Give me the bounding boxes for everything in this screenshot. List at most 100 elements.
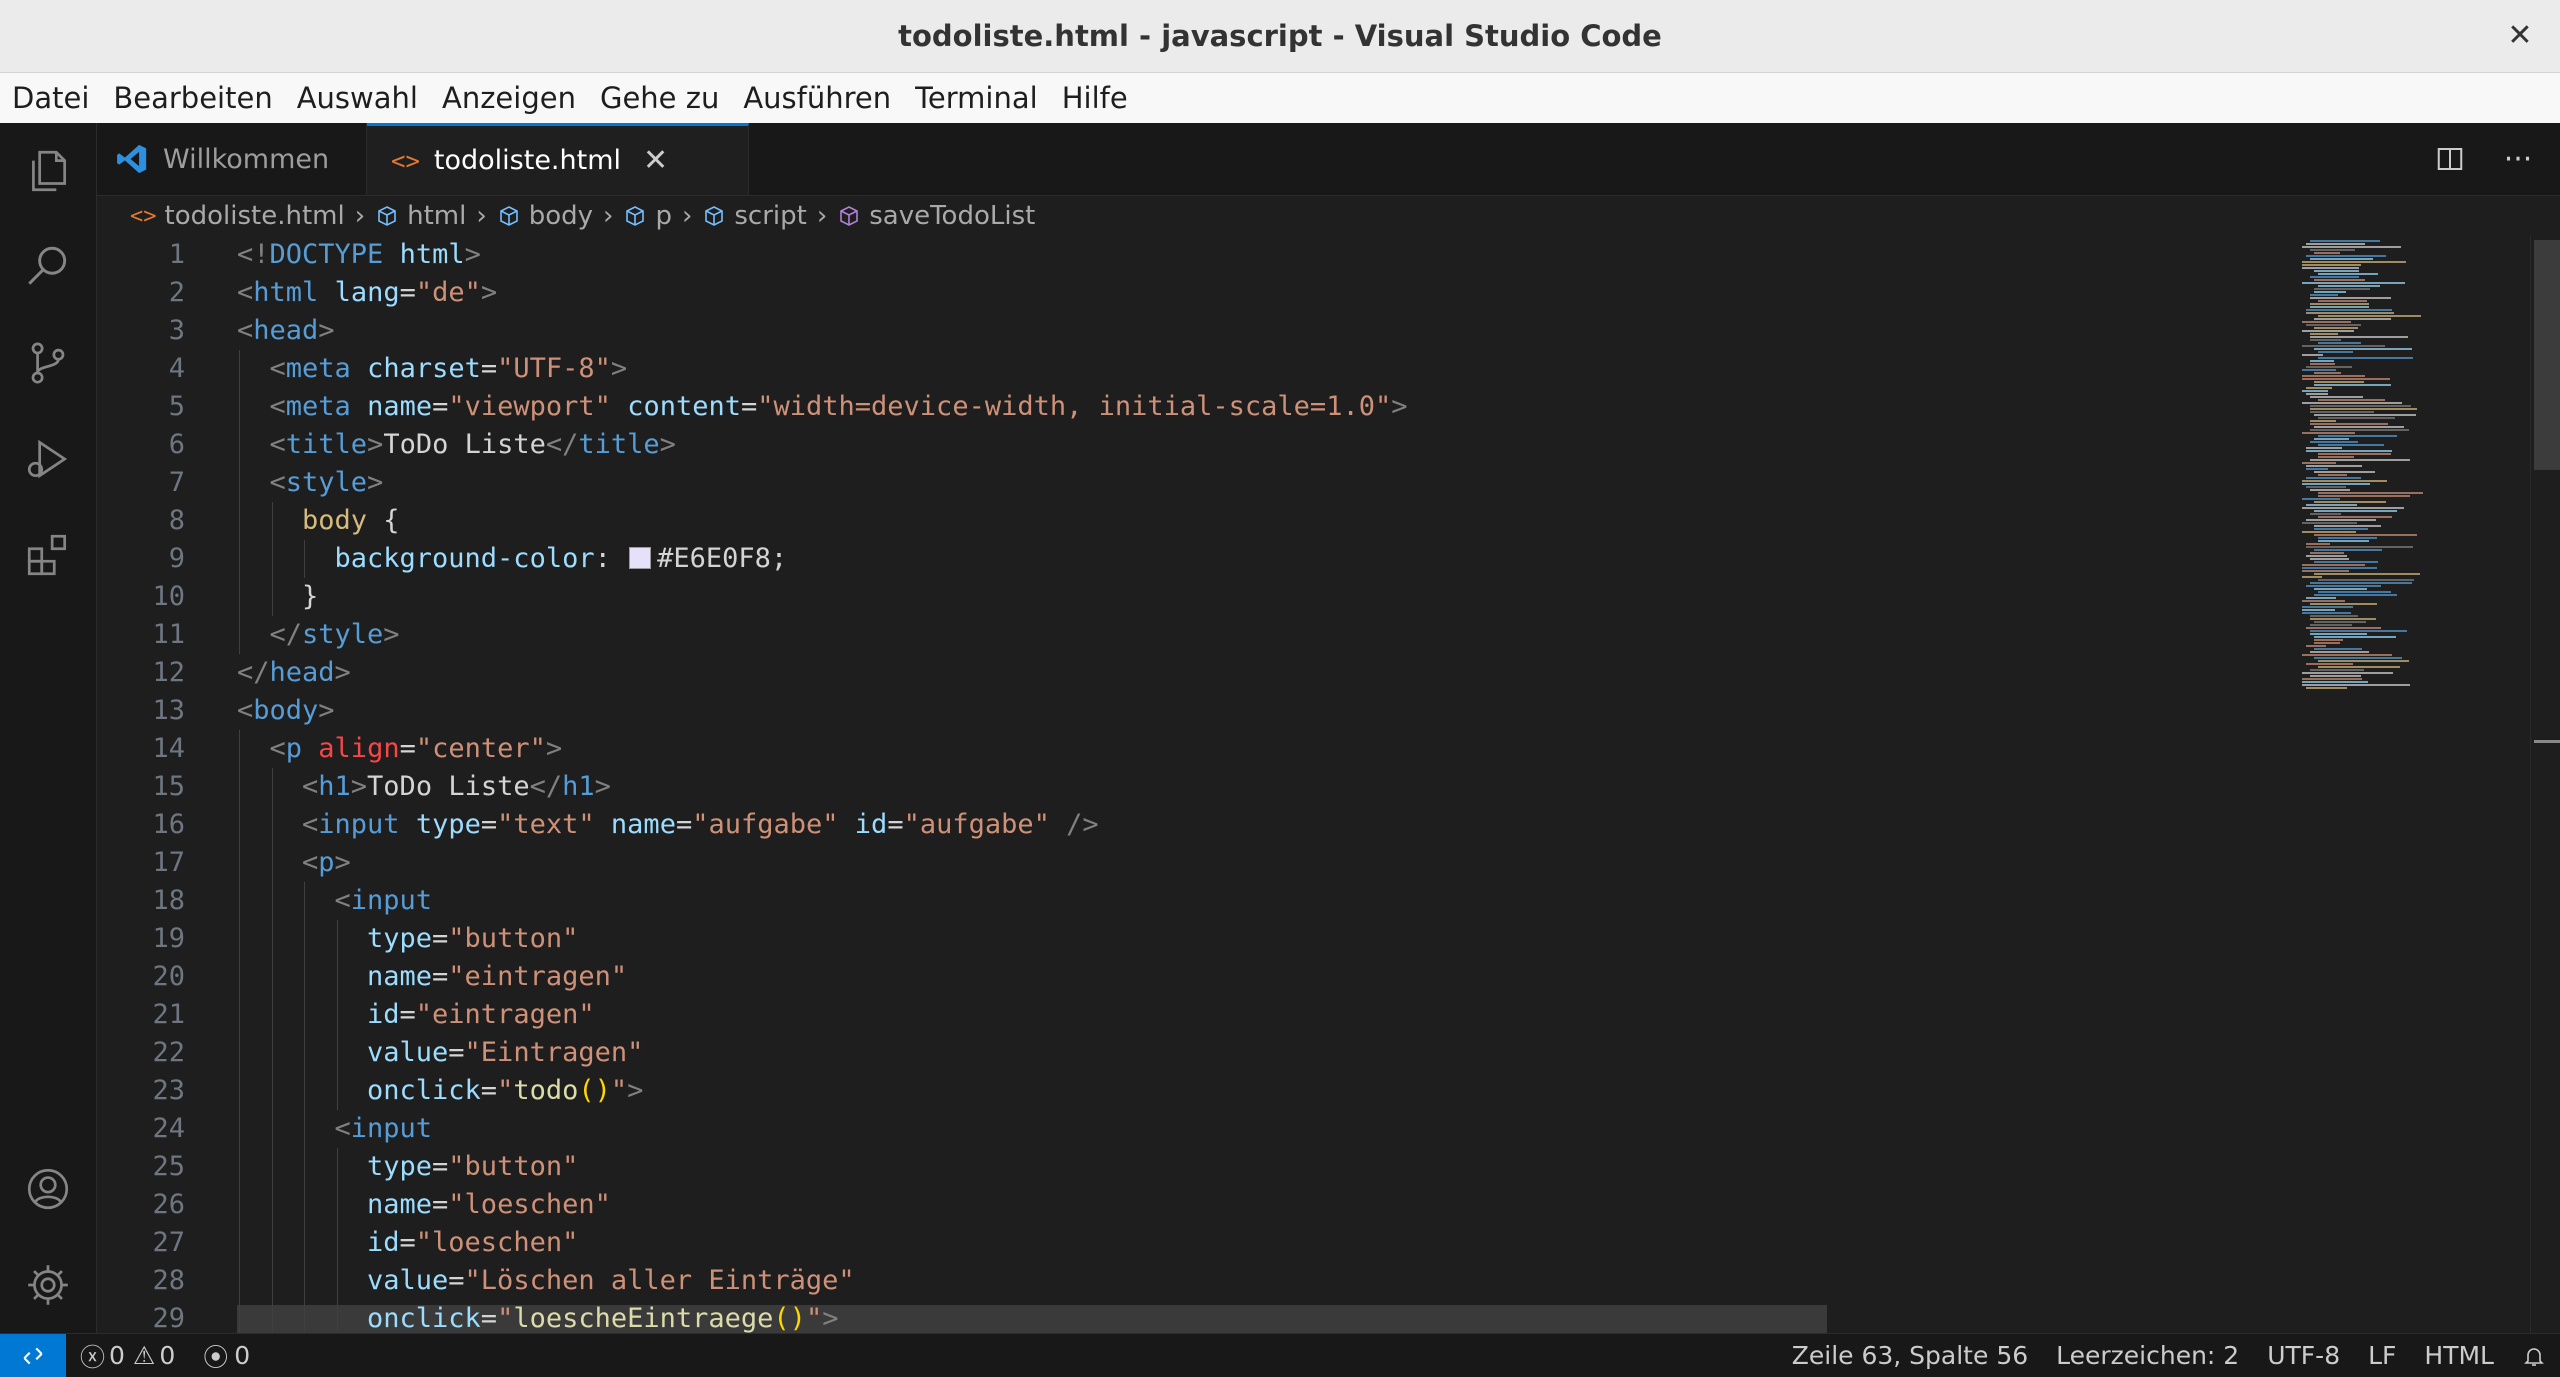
indent-guide bbox=[239, 578, 240, 616]
notifications-bell-icon[interactable] bbox=[2508, 1334, 2560, 1377]
tab-todoliste-html[interactable]: <> todoliste.html ✕ bbox=[367, 123, 749, 195]
breadcrumb-p[interactable]: p bbox=[623, 201, 672, 231]
code-line[interactable]: 9 background-color: #E6E0F8; bbox=[97, 540, 2297, 578]
menu-gehe-zu[interactable]: Gehe zu bbox=[588, 73, 731, 123]
code-line[interactable]: 3 <head> bbox=[97, 312, 2297, 350]
remote-indicator[interactable] bbox=[0, 1334, 66, 1377]
cursor-position[interactable]: Zeile 63, Spalte 56 bbox=[1778, 1334, 2042, 1377]
indent-guide bbox=[271, 1186, 273, 1224]
code-line[interactable]: 10} bbox=[97, 578, 2297, 616]
close-window-button[interactable]: ✕ bbox=[2502, 17, 2538, 53]
minimap-line bbox=[2302, 354, 2323, 356]
indent-guide bbox=[271, 920, 273, 958]
tab-willkommen[interactable]: Willkommen bbox=[97, 123, 367, 195]
indent-guide bbox=[336, 1072, 338, 1110]
code-line[interactable]: 22 value="Eintragen" bbox=[97, 1034, 2297, 1072]
search-icon[interactable] bbox=[0, 219, 96, 315]
breadcrumb-body[interactable]: body bbox=[497, 201, 593, 231]
code-line[interactable]: 13 <body> bbox=[97, 692, 2297, 730]
menu-anzeigen[interactable]: Anzeigen bbox=[430, 73, 588, 123]
code-line[interactable]: 6 <title>ToDo Liste</title> bbox=[97, 426, 2297, 464]
indent-guide bbox=[271, 1262, 273, 1300]
code-line[interactable]: 2 <html lang="de"> bbox=[97, 274, 2297, 312]
minimap-line bbox=[2310, 618, 2376, 620]
minimap-line bbox=[2306, 393, 2328, 395]
breadcrumb-script[interactable]: script bbox=[702, 201, 807, 231]
code-line[interactable]: 27 id="loeschen" bbox=[97, 1224, 2297, 1262]
code-line[interactable]: 24 <input bbox=[97, 1110, 2297, 1148]
code-line[interactable]: 21 id="eintragen" bbox=[97, 996, 2297, 1034]
close-tab-icon[interactable]: ✕ bbox=[643, 143, 668, 178]
menu-ausfuehren[interactable]: Ausführen bbox=[731, 73, 903, 123]
indent-guide bbox=[271, 806, 273, 844]
minimap-line bbox=[2314, 252, 2340, 254]
menu-auswahl[interactable]: Auswahl bbox=[285, 73, 430, 123]
code-text: <head> bbox=[237, 315, 335, 346]
minimap-line bbox=[2314, 648, 2362, 650]
code-line[interactable]: 20 name="eintragen" bbox=[97, 958, 2297, 996]
code-line[interactable]: 17 <p> bbox=[97, 844, 2297, 882]
line-number: 16 bbox=[152, 809, 185, 840]
minimap-line bbox=[2302, 681, 2368, 683]
code-line[interactable]: 25 type="button" bbox=[97, 1148, 2297, 1186]
code-line[interactable]: 23 onclick="todo()"> bbox=[97, 1072, 2297, 1110]
indent-guide bbox=[271, 958, 273, 996]
end-of-line[interactable]: LF bbox=[2354, 1334, 2410, 1377]
menu-bearbeiten[interactable]: Bearbeiten bbox=[101, 73, 284, 123]
code-line[interactable]: 28 value="Löschen aller Einträge" bbox=[97, 1262, 2297, 1300]
explorer-icon[interactable] bbox=[0, 123, 96, 219]
color-swatch[interactable] bbox=[629, 547, 652, 569]
minimap-line bbox=[2310, 582, 2412, 584]
ports-indicator[interactable]: ⦿ 0 bbox=[189, 1334, 264, 1377]
problems-indicator[interactable]: ⓧ 0 ⚠ 0 bbox=[66, 1334, 189, 1377]
minimap-line bbox=[2310, 651, 2369, 653]
code-line[interactable]: 5 <meta name="viewport" content="width=de… bbox=[97, 388, 2297, 426]
breadcrumb-file[interactable]: <> todoliste.html bbox=[130, 201, 345, 231]
minimap[interactable] bbox=[2292, 236, 2542, 1333]
code-text: <p> bbox=[302, 847, 351, 878]
breadcrumb-html[interactable]: html bbox=[375, 201, 466, 231]
code-line[interactable]: 8 body { bbox=[97, 502, 2297, 540]
indent-guide bbox=[271, 1034, 273, 1072]
scrollbar-thumb[interactable] bbox=[2534, 240, 2560, 470]
code-line[interactable]: 1 <!DOCTYPE html> bbox=[97, 236, 2297, 274]
code-line[interactable]: 12 </head> bbox=[97, 654, 2297, 692]
minimap-line bbox=[2318, 474, 2347, 476]
minimap-line bbox=[2306, 585, 2381, 587]
run-debug-icon[interactable] bbox=[0, 411, 96, 507]
minimap-line bbox=[2310, 615, 2358, 617]
settings-gear-icon[interactable] bbox=[0, 1237, 96, 1333]
indent-guide bbox=[239, 464, 240, 502]
code-line[interactable]: 15 <h1>ToDo Liste</h1> bbox=[97, 768, 2297, 806]
source-control-icon[interactable] bbox=[0, 315, 96, 411]
menu-datei[interactable]: Datei bbox=[0, 73, 101, 123]
code-line[interactable]: 4 <meta charset="UTF-8"> bbox=[97, 350, 2297, 388]
line-number: 20 bbox=[152, 961, 185, 992]
line-number: 13 bbox=[152, 695, 185, 726]
language-mode[interactable]: HTML bbox=[2410, 1334, 2508, 1377]
code-line[interactable]: 19 type="button" bbox=[97, 920, 2297, 958]
code-line[interactable]: 26 name="loeschen" bbox=[97, 1186, 2297, 1224]
code-line[interactable]: 14 <p align="center"> bbox=[97, 730, 2297, 768]
menu-bar: Datei Bearbeiten Auswahl Anzeigen Gehe z… bbox=[0, 73, 2560, 123]
line-number: 22 bbox=[152, 1037, 185, 1068]
extensions-icon[interactable] bbox=[0, 507, 96, 603]
breadcrumb-function[interactable]: saveTodoList bbox=[837, 201, 1035, 231]
code-line[interactable]: 18 <input bbox=[97, 882, 2297, 920]
encoding[interactable]: UTF-8 bbox=[2253, 1334, 2354, 1377]
code-line[interactable]: 29 onclick="loescheEintraege()"> bbox=[97, 1300, 2297, 1333]
minimap-line bbox=[2318, 579, 2414, 581]
code-editor[interactable]: 1 <!DOCTYPE html> 2 <html lang="de"> 3 <head>… bbox=[97, 236, 2297, 1333]
account-icon[interactable] bbox=[0, 1141, 96, 1237]
minimap-line bbox=[2306, 519, 2376, 521]
code-line[interactable]: 16 <input type="text" name="aufgabe" id="… bbox=[97, 806, 2297, 844]
code-line[interactable]: 11 </style> bbox=[97, 616, 2297, 654]
menu-terminal[interactable]: Terminal bbox=[903, 73, 1050, 123]
minimap-line bbox=[2310, 552, 2344, 554]
tab-label: todoliste.html bbox=[433, 145, 622, 176]
split-editor-icon[interactable] bbox=[2428, 137, 2472, 181]
menu-hilfe[interactable]: Hilfe bbox=[1050, 73, 1140, 123]
indentation[interactable]: Leerzeichen: 2 bbox=[2042, 1334, 2253, 1377]
code-line[interactable]: 7 <style> bbox=[97, 464, 2297, 502]
more-actions-icon[interactable]: ··· bbox=[2496, 137, 2540, 181]
